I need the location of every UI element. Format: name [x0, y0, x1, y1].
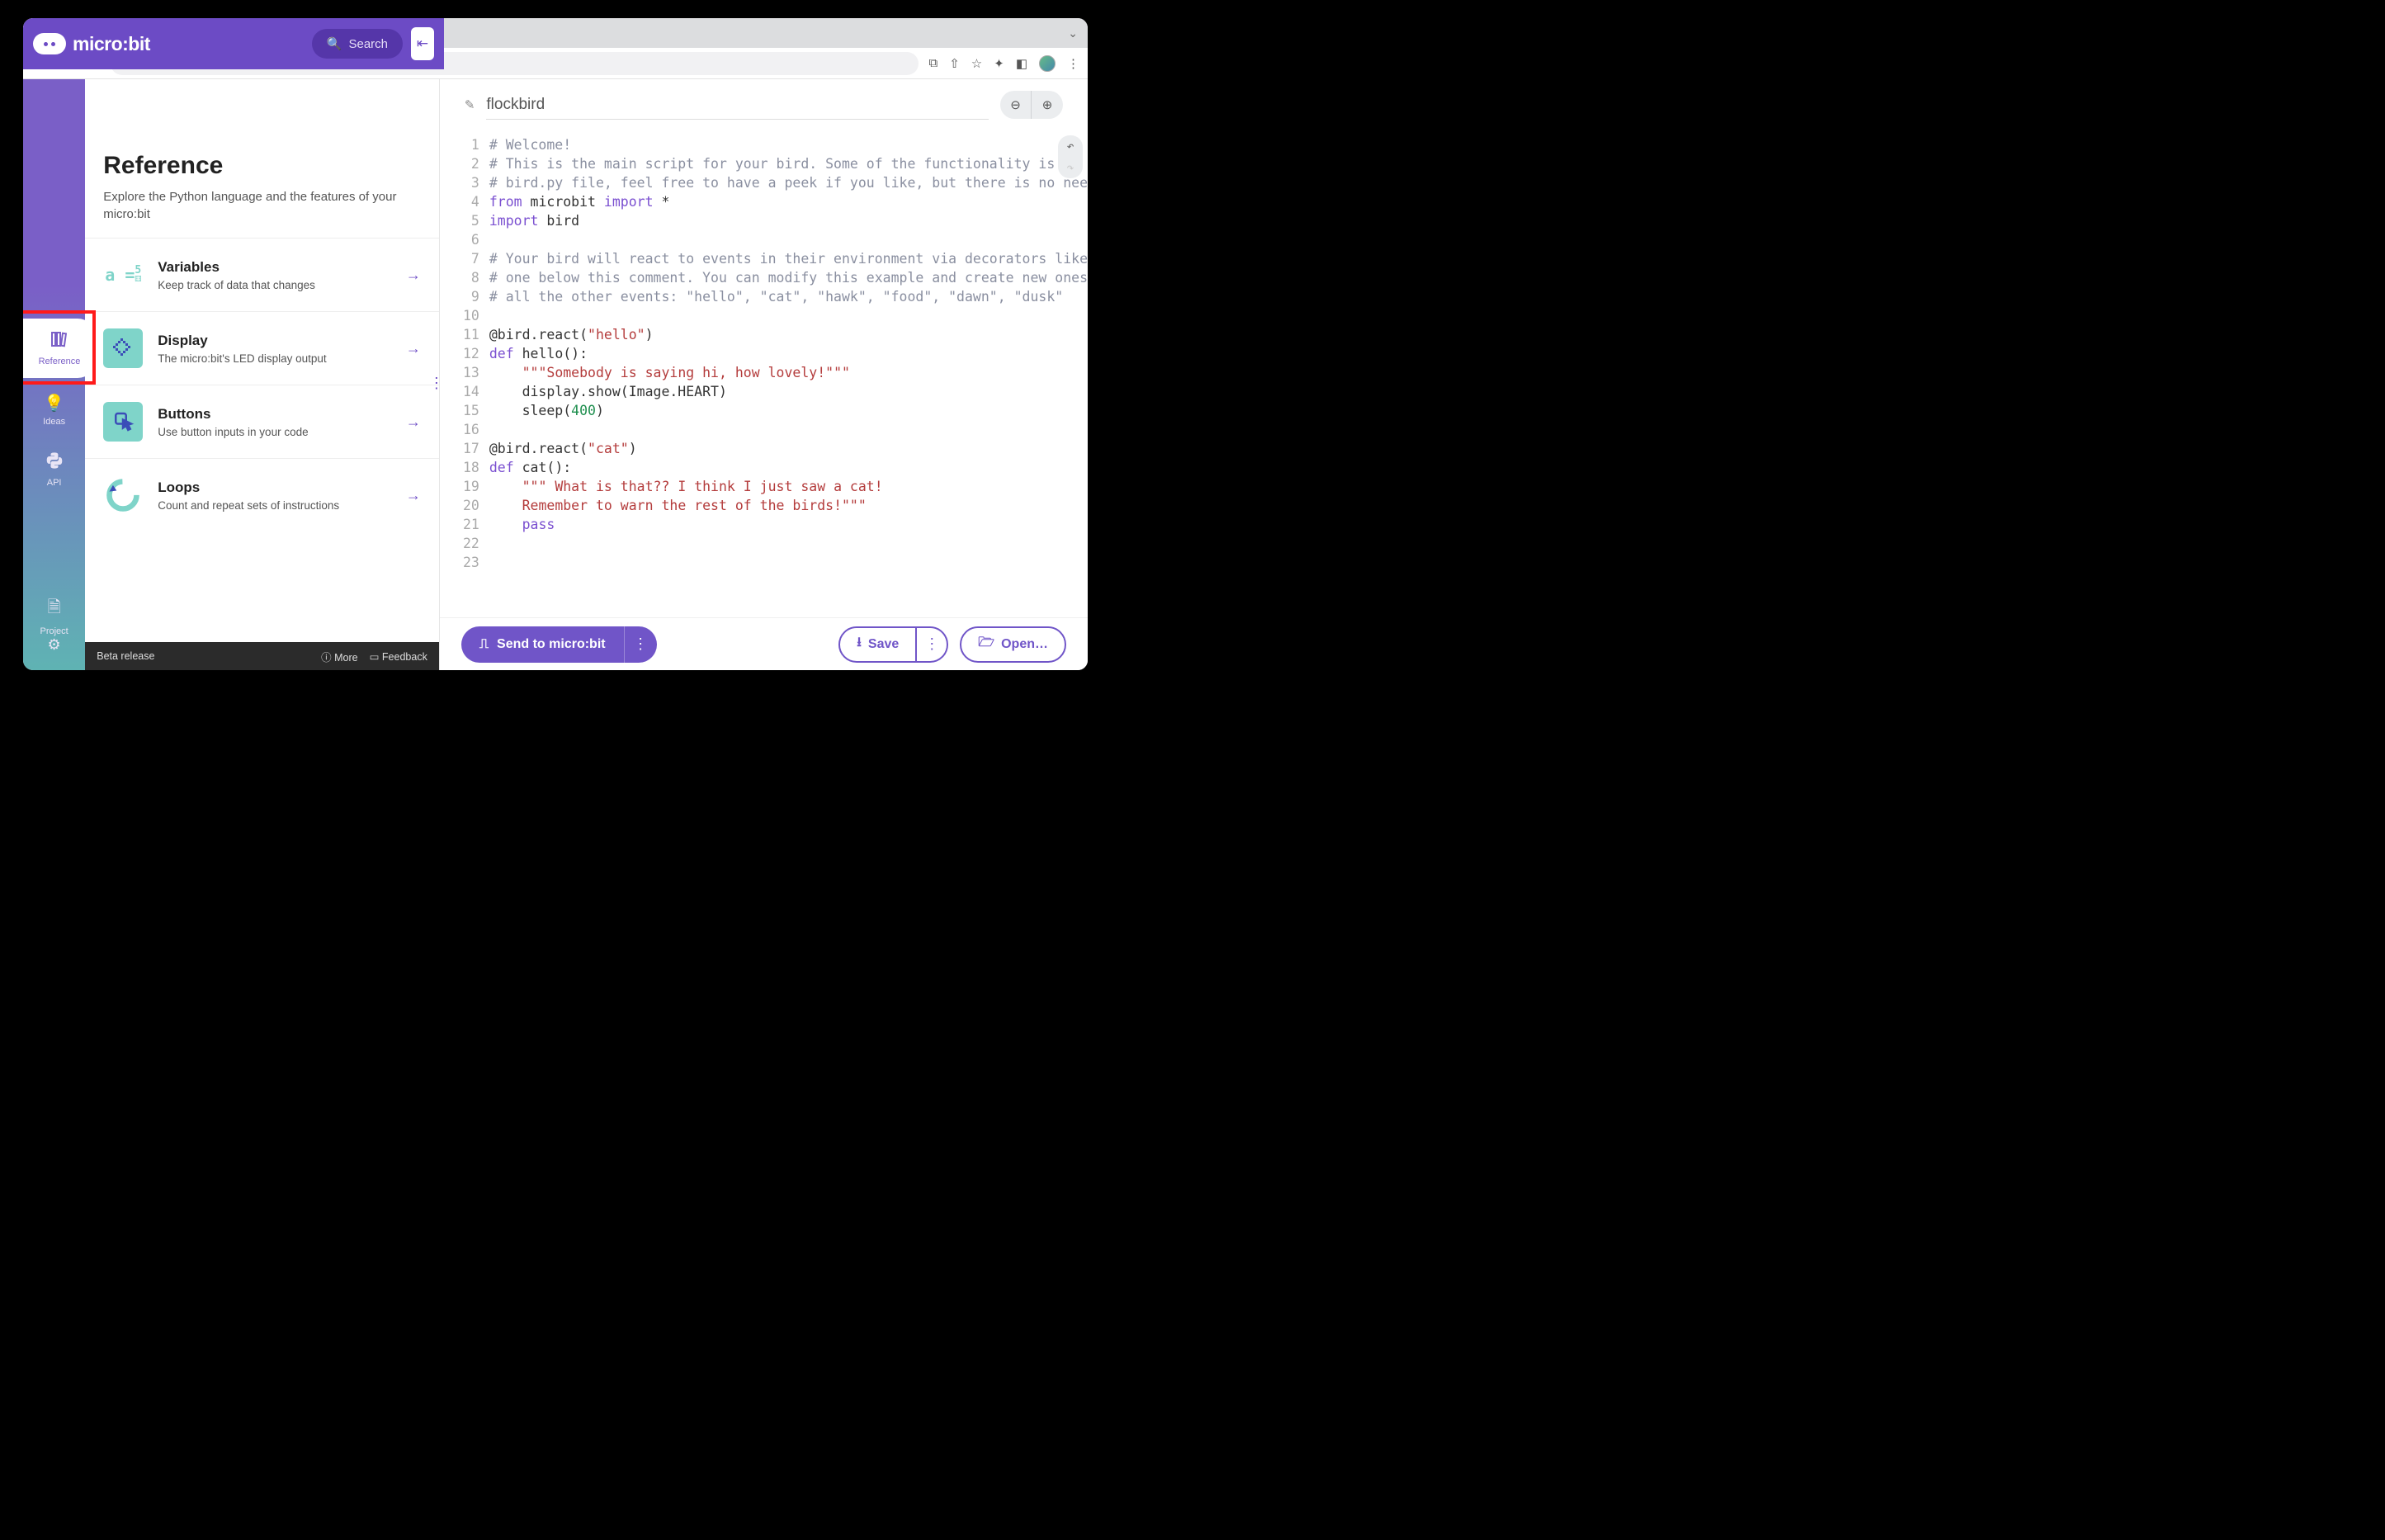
- sidepanel-icon[interactable]: ◧: [1016, 56, 1027, 71]
- reference-item-sub: Keep track of data that changes: [158, 279, 391, 291]
- search-placeholder: Search: [348, 37, 388, 51]
- editor-header: ✎ flockbird ⊖ ⊕: [440, 79, 1088, 130]
- save-dropdown-button[interactable]: ⋮: [915, 628, 947, 661]
- reference-item-buttons[interactable]: Buttons Use button inputs in your code →: [85, 385, 439, 458]
- open-external-icon[interactable]: ⧉: [928, 56, 937, 70]
- tabs-dropdown-icon[interactable]: ⌄: [1068, 26, 1078, 40]
- reference-list[interactable]: a = 5⚅ Variables Keep track of data that…: [85, 238, 439, 642]
- settings-icon[interactable]: ⚙: [48, 636, 61, 654]
- app-header: micro:bit 🔍 Search ⇤: [23, 18, 444, 69]
- sidebar-item-api[interactable]: API: [45, 451, 64, 488]
- panel-title: Reference: [103, 152, 421, 180]
- loops-icon: [103, 475, 143, 515]
- reference-item-sub: Count and repeat sets of instructions: [158, 499, 391, 512]
- redo-button[interactable]: ↷: [1058, 157, 1083, 178]
- code-content[interactable]: # Welcome!# This is the main script for …: [489, 135, 1088, 617]
- reference-item-variables[interactable]: a = 5⚅ Variables Keep track of data that…: [85, 238, 439, 311]
- browser-window: Python Editor for micro:bit ✕ + ⌄ ← → ⟳ …: [23, 18, 1088, 670]
- undo-button[interactable]: ↶: [1058, 135, 1083, 157]
- beta-label: Beta release: [97, 650, 154, 662]
- panel-footer: Beta release ⓘ More ▭ Feedback: [85, 642, 439, 670]
- panel-header: Reference Explore the Python language an…: [85, 130, 439, 238]
- files-icon: 🗎: [48, 595, 61, 623]
- edit-filename-icon[interactable]: ✎: [465, 97, 475, 112]
- sidebar-item-label: API: [47, 478, 62, 488]
- reference-panel: Reference Explore the Python language an…: [85, 79, 440, 670]
- share-icon[interactable]: ⇧: [949, 56, 960, 71]
- collapse-sidebar-button[interactable]: ⇤: [411, 27, 434, 60]
- reference-item-display[interactable]: Display The micro:bit's LED display outp…: [85, 311, 439, 385]
- download-icon: ⭳: [857, 633, 862, 655]
- open-button[interactable]: 🗁Open…: [960, 626, 1066, 663]
- zoom-in-button[interactable]: ⊕: [1032, 91, 1063, 119]
- code-editor[interactable]: 1234567891011121314151617181920212223 # …: [440, 130, 1088, 617]
- tutorial-highlight: [23, 310, 96, 385]
- editor-footer: ⎍Send to micro:bit ⋮ ⭳Save ⋮ 🗁Open…: [440, 617, 1088, 670]
- lightbulb-icon: 💡: [44, 393, 64, 413]
- chevron-right-icon: →: [406, 340, 421, 357]
- reference-item-name: Variables: [158, 259, 391, 276]
- microbit-logo[interactable]: micro:bit: [33, 33, 150, 55]
- buttons-icon: [103, 402, 143, 442]
- more-link[interactable]: ⓘ More: [321, 649, 357, 664]
- extensions-icon[interactable]: ✦: [994, 56, 1004, 71]
- panel-description: Explore the Python language and the feat…: [103, 188, 421, 223]
- reference-item-name: Display: [158, 333, 391, 349]
- chevron-right-icon: →: [406, 267, 421, 284]
- bookmark-icon[interactable]: ☆: [971, 56, 982, 71]
- search-icon: 🔍: [327, 36, 342, 51]
- reference-item-name: Loops: [158, 479, 391, 496]
- send-to-microbit-button[interactable]: ⎍Send to micro:bit ⋮: [461, 626, 657, 663]
- app-content: micro:bit 🔍 Search ⇤ Reference 💡 Idea: [23, 79, 1088, 670]
- reference-item-sub: Use button inputs in your code: [158, 426, 391, 438]
- chevron-right-icon: →: [406, 487, 421, 504]
- sidebar-item-label: Ideas: [43, 417, 65, 427]
- reference-item-sub: The micro:bit's LED display output: [158, 352, 391, 365]
- chevron-right-icon: →: [406, 413, 421, 431]
- logo-badge-icon: [33, 33, 66, 54]
- usb-icon: ⎍: [479, 637, 489, 652]
- sidebar-item-ideas[interactable]: 💡 Ideas: [43, 393, 65, 427]
- send-dropdown-button[interactable]: ⋮: [624, 626, 657, 663]
- logo-text: micro:bit: [73, 33, 150, 55]
- folder-icon: 🗁: [978, 633, 994, 655]
- python-icon: [45, 451, 64, 475]
- zoom-controls: ⊖ ⊕: [1000, 91, 1063, 119]
- display-icon: [103, 328, 143, 368]
- sidebar-item-label: Project: [40, 626, 68, 636]
- profile-avatar[interactable]: [1039, 55, 1056, 72]
- sidebar-item-project[interactable]: 🗎 Project: [40, 595, 68, 636]
- editor-pane: ✎ flockbird ⊖ ⊕ 123456789101112131415161…: [440, 79, 1088, 670]
- feedback-link[interactable]: ▭ Feedback: [370, 650, 427, 663]
- menu-icon[interactable]: ⋮: [1067, 56, 1079, 71]
- search-button[interactable]: 🔍 Search: [312, 29, 403, 59]
- sidebar: Reference 💡 Ideas API 🗎 Project: [23, 79, 85, 670]
- line-gutter: 1234567891011121314151617181920212223: [440, 135, 489, 617]
- zoom-out-button[interactable]: ⊖: [1000, 91, 1032, 119]
- reference-item-loops[interactable]: Loops Count and repeat sets of instructi…: [85, 458, 439, 531]
- project-filename[interactable]: flockbird: [486, 96, 989, 120]
- undo-redo-controls: ↶ ↷: [1058, 135, 1083, 178]
- save-button[interactable]: ⭳Save ⋮: [838, 626, 948, 663]
- variables-icon: a = 5⚅: [103, 255, 143, 295]
- reference-item-name: Buttons: [158, 406, 391, 423]
